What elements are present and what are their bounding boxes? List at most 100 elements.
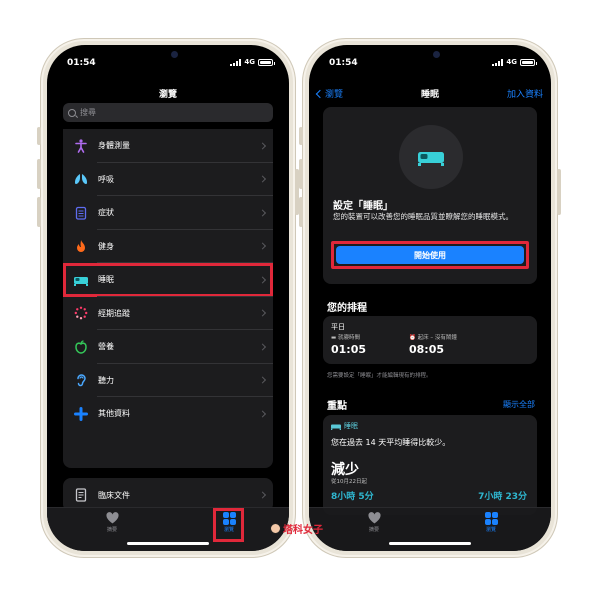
chevron-right-icon xyxy=(258,276,267,284)
flame-icon xyxy=(73,238,89,254)
search-placeholder: 搜尋 xyxy=(80,108,96,117)
plus-icon xyxy=(73,406,89,422)
show-all-link[interactable]: 顯示全部 xyxy=(503,399,535,410)
chevron-right-icon xyxy=(258,410,267,418)
category-label: 經期追蹤 xyxy=(98,308,130,318)
wake-value: 08:05 xyxy=(409,343,445,356)
get-started-button[interactable]: 開始使用 xyxy=(331,241,529,269)
status-indicators: 4G xyxy=(492,58,537,66)
browse-tab-highlight xyxy=(213,508,244,542)
chevron-right-icon xyxy=(258,175,267,183)
highlight-card[interactable]: 睡眠 您在過去 14 天平均睡得比較少。 減少 從10月22日起 8小時 5分 … xyxy=(323,415,537,515)
screen: 01:54 4G 瀏覽 搜尋 身體測量 呼吸 症狀 健身 睡眠 經期追蹤 營養 … xyxy=(47,45,289,551)
figure-icon xyxy=(73,138,89,154)
network-label: 4G xyxy=(244,58,255,66)
chevron-right-icon xyxy=(258,142,267,150)
highlight-text: 您在過去 14 天平均睡得比較少。 xyxy=(331,438,451,447)
setup-heading: 設定「睡眠」 xyxy=(333,201,393,212)
heart-icon xyxy=(105,512,119,524)
screen: 01:54 4G 瀏覽 睡眠 加入資料 設定「睡眠」 您的裝置可以改善您的睡眠品… xyxy=(309,45,551,551)
battery-icon xyxy=(258,58,275,66)
category-row-hearing[interactable]: 聽力 xyxy=(63,364,273,398)
ear-icon xyxy=(73,372,89,388)
schedule-day: 平日 xyxy=(331,323,345,331)
category-row-body-measurements[interactable]: 身體測量 xyxy=(63,129,273,163)
category-label: 營養 xyxy=(98,342,114,352)
page-title: 瀏覽 xyxy=(158,90,177,100)
search-input[interactable]: 搜尋 xyxy=(63,103,273,122)
volume-down-button xyxy=(299,197,303,227)
highlight-date: 從10月22日起 xyxy=(331,479,367,485)
category-row-symptoms[interactable]: 症狀 xyxy=(63,196,273,230)
category-row-nutrition[interactable]: 營養 xyxy=(63,330,273,364)
bedtime-label-row: ▬ 就寢時間 xyxy=(331,333,360,341)
volume-up-button xyxy=(299,159,303,189)
category-label: 呼吸 xyxy=(98,174,114,184)
tab-label: 摘要 xyxy=(106,527,117,533)
signal-icon xyxy=(230,58,242,66)
bedtime-label: 就寢時間 xyxy=(337,335,360,341)
highlight-trend: 減少 xyxy=(331,462,359,478)
network-label: 4G xyxy=(506,58,517,66)
apple-icon xyxy=(73,339,89,355)
tab-bar: 摘要 瀏覽 xyxy=(309,507,551,551)
home-indicator[interactable] xyxy=(127,542,209,545)
document-icon xyxy=(73,487,89,503)
search-icon xyxy=(68,108,76,117)
schedule-note: 您需要設定「睡眠」才能編輯現有的排程。 xyxy=(327,373,432,379)
bedtime-value: 01:05 xyxy=(331,343,367,356)
highlight-tag: 睡眠 xyxy=(331,421,358,431)
volume-up-button xyxy=(37,159,41,189)
schedule-heading: 您的排程 xyxy=(327,303,367,314)
heart-icon xyxy=(367,512,381,524)
tab-summary[interactable]: 摘要 xyxy=(354,512,394,533)
side-button xyxy=(37,127,41,145)
category-label: 症狀 xyxy=(98,208,114,218)
tab-browse[interactable]: 瀏覽 xyxy=(471,512,511,533)
category-row-activity[interactable]: 健身 xyxy=(63,230,273,264)
highlight-value-recent: 7小時 23分 xyxy=(478,492,527,502)
chevron-right-icon xyxy=(258,309,267,317)
mascot-icon xyxy=(270,523,281,534)
lungs-icon xyxy=(73,171,89,187)
clinical-documents-label: 臨床文件 xyxy=(98,490,130,500)
notch xyxy=(113,45,225,65)
setup-description: 您的裝置可以改善您的睡眠品質並瞭解您的睡眠模式。 xyxy=(333,212,513,221)
category-list: 身體測量 呼吸 症狀 健身 睡眠 經期追蹤 營養 聽力 其他資料 xyxy=(63,129,273,468)
tab-summary[interactable]: 摘要 xyxy=(92,512,132,533)
power-button xyxy=(557,169,561,215)
bed-small-icon xyxy=(331,424,341,430)
highlights-heading: 重點 xyxy=(327,401,347,412)
bed-small-icon: ▬ xyxy=(331,335,338,341)
alarm-icon: ⏰ xyxy=(409,335,418,341)
category-label: 聽力 xyxy=(98,375,114,385)
chevron-right-icon xyxy=(258,209,267,217)
chevron-right-icon xyxy=(258,242,267,250)
category-row-cycle-tracking[interactable]: 經期追蹤 xyxy=(63,297,273,331)
add-data-button[interactable]: 加入資料 xyxy=(507,87,543,100)
battery-icon xyxy=(520,58,537,66)
chevron-right-icon xyxy=(258,376,267,384)
navigation-bar: 瀏覽 睡眠 加入資料 xyxy=(315,87,543,100)
category-row-other-data[interactable]: 其他資料 xyxy=(63,397,273,431)
phone-right: 01:54 4G 瀏覽 睡眠 加入資料 設定「睡眠」 您的裝置可以改善您的睡眠品… xyxy=(299,38,561,558)
tab-label: 摘要 xyxy=(368,527,379,533)
category-label: 身體測量 xyxy=(98,141,130,151)
category-row-respiratory[interactable]: 呼吸 xyxy=(63,163,273,197)
get-started-label: 開始使用 xyxy=(336,246,524,264)
category-row-sleep[interactable]: 睡眠 xyxy=(63,263,273,297)
signal-icon xyxy=(492,58,504,66)
schedule-card[interactable]: 平日 ▬ 就寢時間 01:05 ⏰ 起床 – 沒有鬧鐘 08:05 xyxy=(323,316,537,364)
wake-label-row: ⏰ 起床 – 沒有鬧鐘 xyxy=(409,333,457,341)
status-indicators: 4G xyxy=(230,58,275,66)
notch xyxy=(375,45,487,65)
phone-left: 01:54 4G 瀏覽 搜尋 身體測量 呼吸 症狀 健身 睡眠 經期追蹤 營養 … xyxy=(37,38,299,558)
home-indicator[interactable] xyxy=(389,542,471,545)
camera-icon xyxy=(433,51,440,58)
side-button xyxy=(299,127,303,145)
watermark-text: 塔科女子 xyxy=(283,525,323,536)
status-time: 01:54 xyxy=(67,58,96,68)
category-label: 健身 xyxy=(98,241,114,251)
camera-icon xyxy=(171,51,178,58)
grid-icon xyxy=(484,512,498,525)
